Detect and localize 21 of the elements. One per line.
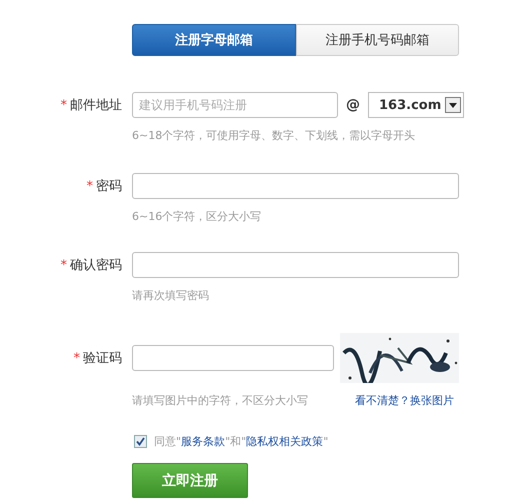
- terms-link[interactable]: 服务条款: [181, 435, 226, 448]
- tab[interactable]: 注册手机号码邮箱: [296, 24, 459, 56]
- domain-select[interactable]: 163.com: [368, 92, 464, 118]
- required-mark: *: [74, 350, 80, 366]
- hint-text: 6~18个字符，可使用字母、数字、下划线，需以字母开头: [132, 128, 416, 143]
- field-label: 密码: [96, 178, 122, 195]
- hint-text: 请再次填写密码: [132, 288, 209, 303]
- at-sign: @: [346, 97, 360, 113]
- required-mark: *: [60, 98, 67, 112]
- required-mark: *: [86, 178, 93, 194]
- required-mark: *: [60, 258, 67, 272]
- hint-text: 请填写图片中的字符，不区分大小写: [132, 393, 308, 408]
- hint-text: 6~16个字符，区分大小写: [132, 209, 262, 224]
- field-label: 确认密码: [70, 257, 122, 274]
- agreement-text: 同意"服务条款"和"隐私权相关政策": [154, 434, 328, 449]
- input-field[interactable]: 建议用手机号码注册: [132, 92, 338, 118]
- privacy-link[interactable]: 隐私权相关政策: [246, 435, 324, 448]
- refresh-link[interactable]: 看不清楚？换张图片: [355, 393, 454, 408]
- field-label: 验证码: [83, 350, 122, 367]
- field-label: 邮件地址: [70, 97, 122, 114]
- tab[interactable]: 注册字母邮箱: [132, 24, 296, 56]
